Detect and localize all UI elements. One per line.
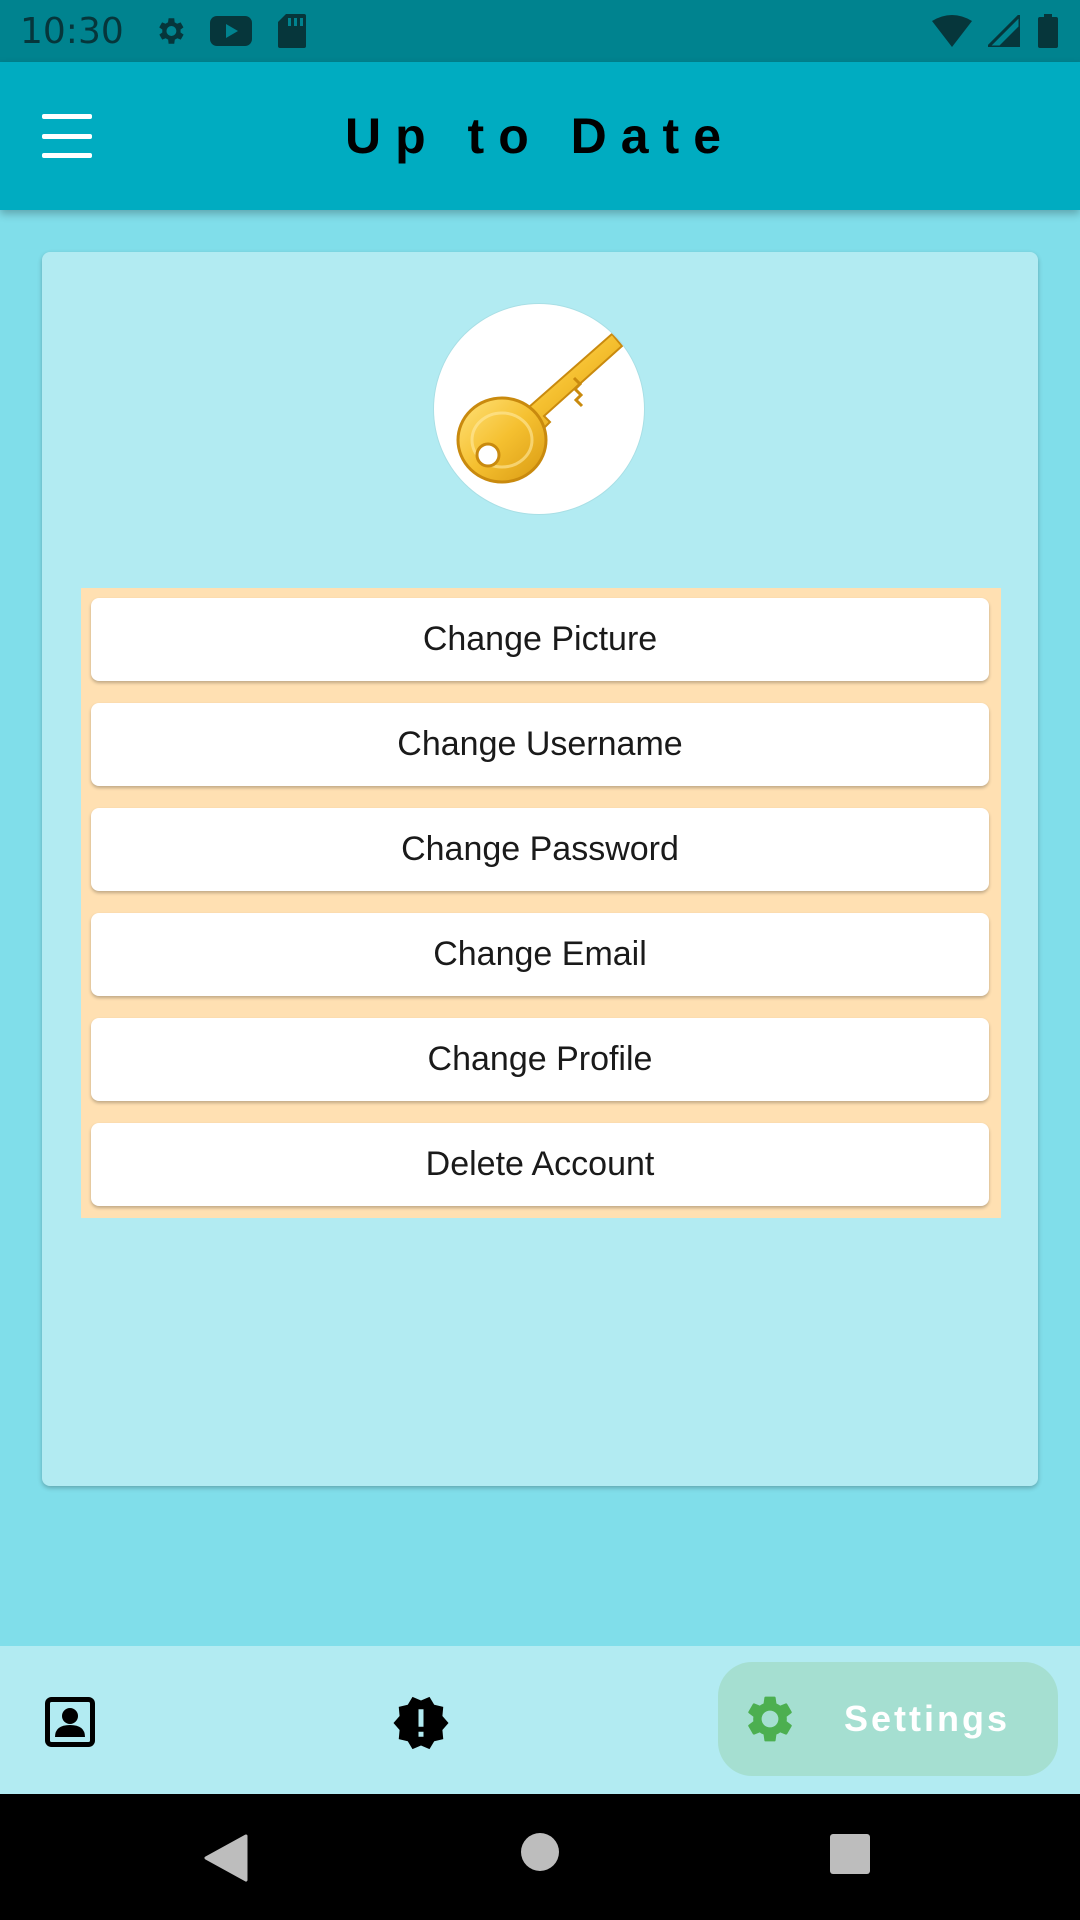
bottom-navigation: Settings — [0, 1646, 1080, 1794]
settings-icon — [152, 13, 188, 49]
sd-card-icon — [274, 13, 310, 49]
status-icons-right — [932, 13, 1060, 49]
change-username-button[interactable]: Change Username — [91, 703, 989, 786]
battery-icon — [1036, 13, 1060, 49]
key-icon — [456, 332, 624, 484]
recents-icon[interactable] — [830, 1834, 870, 1874]
alert-badge-icon — [393, 1696, 449, 1750]
home-icon[interactable] — [520, 1832, 560, 1872]
cell-signal-icon — [986, 13, 1022, 49]
change-profile-button[interactable]: Change Profile — [91, 1018, 989, 1101]
back-icon[interactable] — [204, 1834, 248, 1882]
account-settings-card: Change Picture Change Username Change Pa… — [42, 252, 1038, 1486]
status-icons-left — [152, 13, 310, 49]
change-email-button[interactable]: Change Email — [91, 913, 989, 996]
app-title: Up to Date — [345, 108, 735, 164]
status-bar: 10:30 — [0, 0, 1080, 62]
nav-settings[interactable]: Settings — [718, 1662, 1058, 1776]
wifi-icon — [932, 13, 972, 49]
nav-settings-label: Settings — [844, 1698, 1011, 1739]
account-actions-panel: Change Picture Change Username Change Pa… — [81, 588, 1001, 1218]
nav-contacts[interactable] — [40, 1694, 100, 1750]
youtube-icon — [209, 13, 252, 49]
status-time: 10:30 — [20, 10, 124, 52]
nav-alerts[interactable] — [390, 1692, 452, 1754]
system-navigation-bar — [0, 1794, 1080, 1920]
contact-portrait-icon — [45, 1697, 95, 1747]
profile-avatar[interactable] — [434, 304, 644, 514]
app-bar: Up to Date — [0, 62, 1080, 210]
change-picture-button[interactable]: Change Picture — [91, 598, 989, 681]
delete-account-button[interactable]: Delete Account — [91, 1123, 989, 1206]
hamburger-menu-icon[interactable] — [42, 114, 104, 158]
change-password-button[interactable]: Change Password — [91, 808, 989, 891]
settings-gear-icon — [748, 1696, 792, 1742]
